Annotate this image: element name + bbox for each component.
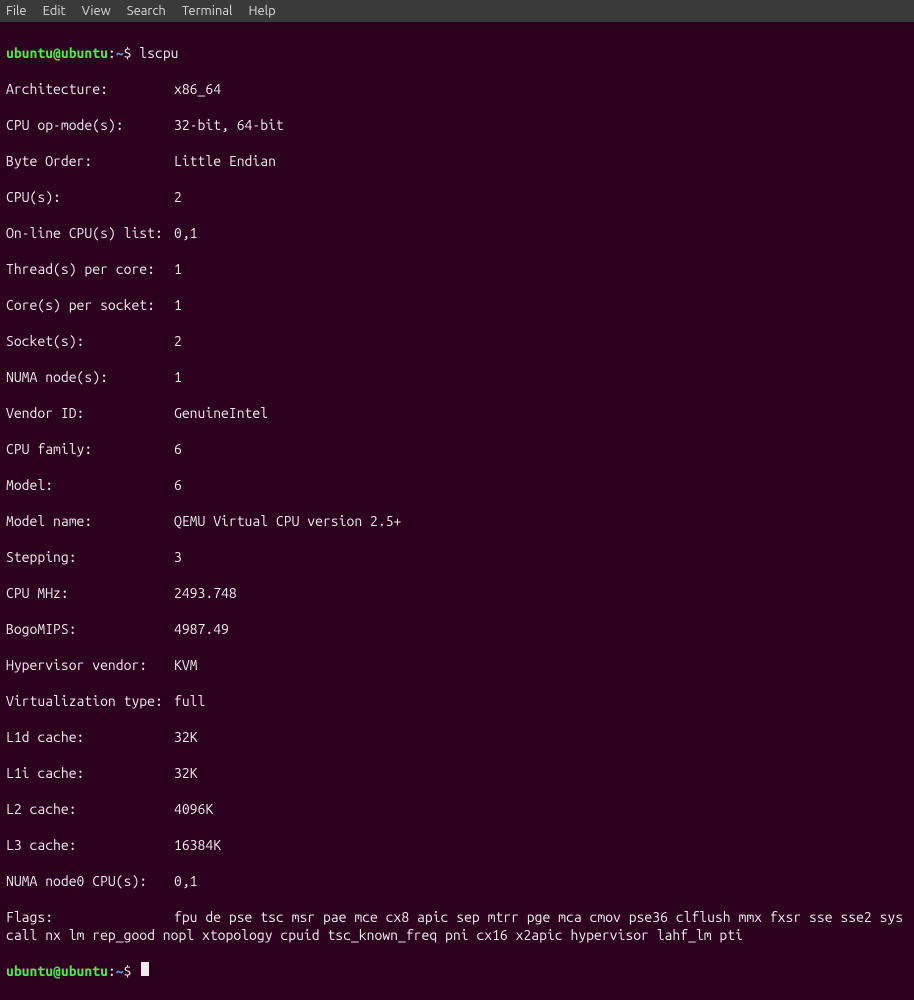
menu-help[interactable]: Help: [248, 2, 275, 20]
prompt-colon: :: [108, 962, 116, 980]
lscpu-numa-node0: NUMA node0 CPU(s):0,1: [6, 872, 908, 890]
prompt-user-host: ubuntu@ubuntu: [6, 962, 108, 980]
lscpu-bogomips: BogoMIPS:4987.49: [6, 620, 908, 638]
lscpu-online: On-line CPU(s) list:0,1: [6, 224, 908, 242]
lscpu-hypervisor-vendor: Hypervisor vendor:KVM: [6, 656, 908, 674]
lscpu-l3: L3 cache:16384K: [6, 836, 908, 854]
lscpu-vendor-id: Vendor ID:GenuineIntel: [6, 404, 908, 422]
lscpu-sockets: Socket(s):2: [6, 332, 908, 350]
prompt-path: ~: [116, 44, 124, 62]
lscpu-op-mode: CPU op-mode(s):32-bit, 64-bit: [6, 116, 908, 134]
lscpu-threads-per-core: Thread(s) per core:1: [6, 260, 908, 278]
menu-search[interactable]: Search: [127, 2, 166, 20]
prompt-line-1: ubuntu@ubuntu:~$ lscpu: [6, 44, 908, 62]
prompt-user-host: ubuntu@ubuntu: [6, 44, 108, 62]
lscpu-cpus: CPU(s):2: [6, 188, 908, 206]
prompt-line-2: ubuntu@ubuntu:~$: [6, 962, 908, 980]
lscpu-flags: Flags:fpu de pse tsc msr pae mce cx8 api…: [6, 908, 908, 944]
terminal-output[interactable]: ubuntu@ubuntu:~$ lscpu Architecture:x86_…: [0, 22, 914, 1000]
lscpu-cores-per-socket: Core(s) per socket:1: [6, 296, 908, 314]
lscpu-l1i: L1i cache:32K: [6, 764, 908, 782]
lscpu-byte-order: Byte Order:Little Endian: [6, 152, 908, 170]
cursor-block: [141, 962, 149, 976]
prompt-symbol: $: [124, 44, 132, 62]
menu-terminal[interactable]: Terminal: [182, 2, 233, 20]
menubar: File Edit View Search Terminal Help: [0, 0, 914, 22]
menu-edit[interactable]: Edit: [43, 2, 66, 20]
lscpu-mhz: CPU MHz:2493.748: [6, 584, 908, 602]
command-text: lscpu: [139, 44, 178, 62]
menu-file[interactable]: File: [6, 2, 27, 20]
prompt-symbol: $: [124, 962, 132, 980]
lscpu-stepping: Stepping:3: [6, 548, 908, 566]
lscpu-virtualization-type: Virtualization type:full: [6, 692, 908, 710]
lscpu-model-name: Model name:QEMU Virtual CPU version 2.5+: [6, 512, 908, 530]
lscpu-l2: L2 cache:4096K: [6, 800, 908, 818]
lscpu-model: Model:6: [6, 476, 908, 494]
lscpu-l1d: L1d cache:32K: [6, 728, 908, 746]
lscpu-numa-nodes: NUMA node(s):1: [6, 368, 908, 386]
prompt-path: ~: [116, 962, 124, 980]
menu-view[interactable]: View: [82, 2, 111, 20]
lscpu-architecture: Architecture:x86_64: [6, 80, 908, 98]
lscpu-cpu-family: CPU family:6: [6, 440, 908, 458]
prompt-colon: :: [108, 44, 116, 62]
